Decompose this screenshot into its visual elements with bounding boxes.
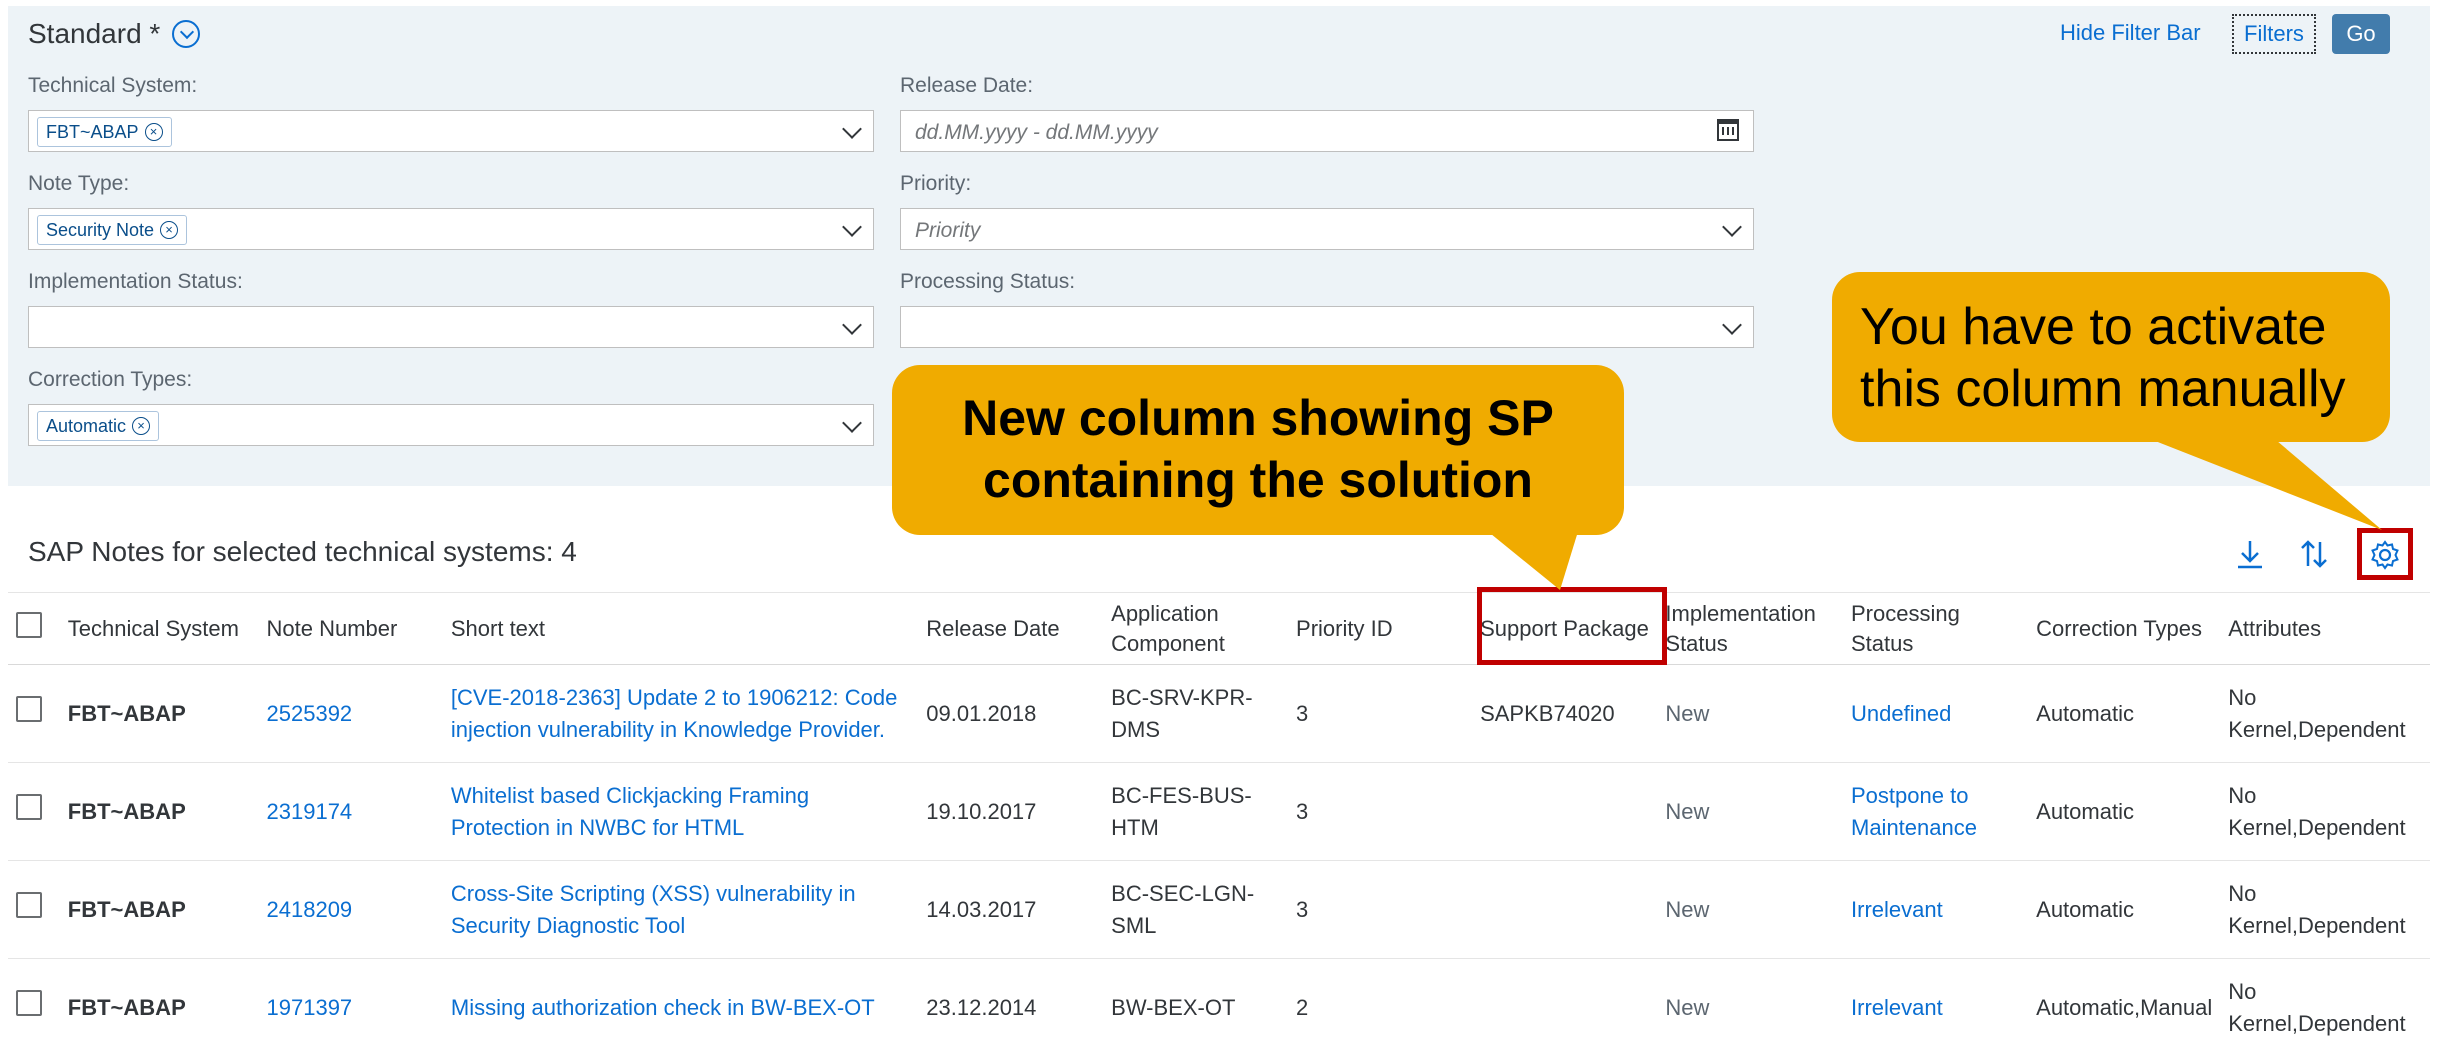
callout-activate-column: You have to activate this column manuall… [1832, 272, 2390, 442]
callout-tail-activate [2140, 435, 2382, 530]
callout-new-column: New column showing SP containing the sol… [892, 365, 1624, 535]
